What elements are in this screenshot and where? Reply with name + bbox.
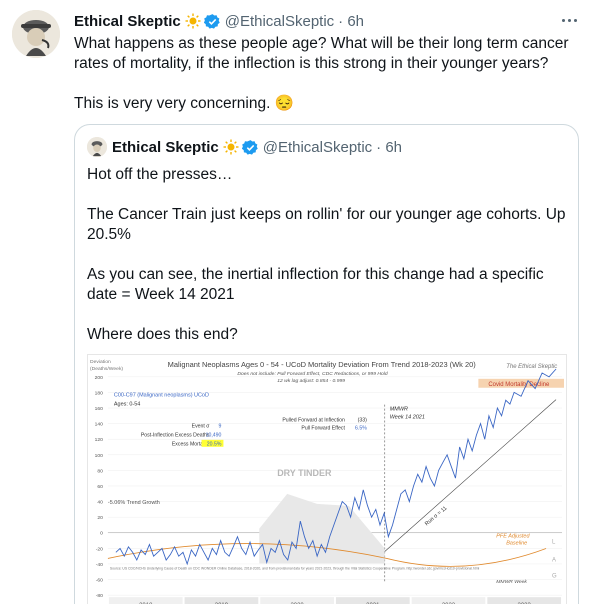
stat-value: 20.5%	[207, 441, 222, 447]
chart-ylabel: Deviation	[90, 359, 111, 365]
quoted-tweet[interactable]: Ethical Skeptic @EthicalSkeptic · 6h Hot…	[74, 124, 579, 604]
chart-subtitle: 12 wk lag adjust: 0.854 - 0.999	[277, 378, 345, 384]
more-options-icon[interactable]	[559, 10, 579, 30]
mmwr-label: MMWR	[390, 407, 408, 413]
timestamp[interactable]: · 6h	[338, 13, 364, 30]
tweet-paragraph: This is very very concerning. 😔	[74, 95, 295, 112]
y-tick-label: -40	[96, 562, 103, 568]
y-tick-label: 100	[95, 453, 104, 459]
mmwr-week-label: Week 14 2021	[390, 415, 425, 421]
chart-title: Malignant Neoplasms Ages 0 - 54 - UCoD M…	[168, 360, 477, 369]
y-tick-label: -80	[96, 593, 103, 599]
quoted-tweet-text: Hot off the presses… The Cancer Train ju…	[87, 165, 567, 365]
quoted-tweet-header: Ethical Skeptic @EthicalSkeptic · 6h	[87, 137, 402, 157]
avatar[interactable]	[12, 10, 60, 58]
dry-tinder-area	[259, 493, 385, 564]
chart-image[interactable]: Malignant Neoplasms Ages 0 - 54 - UCoD M…	[87, 354, 567, 604]
quoted-author-name: Ethical Skeptic	[112, 138, 219, 156]
y-tick-label: 0	[100, 531, 103, 537]
verified-badge-icon	[241, 139, 259, 156]
y-tick-label: -60	[96, 578, 103, 584]
lag-letter: G	[552, 573, 557, 579]
author-handle[interactable]: @EthicalSkeptic	[225, 13, 334, 30]
tweet-text: What happens as these people age? What w…	[74, 34, 574, 134]
y-tick-label: 120	[95, 437, 104, 443]
series-title: C00-C97 (Malignant neoplasms) UCoD	[114, 393, 209, 399]
y-tick-label: 160	[95, 406, 104, 412]
quoted-paragraph: Where does this end?	[87, 326, 238, 343]
sun-emoji-icon	[223, 139, 239, 155]
tweet[interactable]: Ethical Skeptic @EthicalSkeptic · 6h Wha…	[0, 0, 593, 604]
dry-tinder-label: DRY TINDER	[277, 468, 332, 478]
y-tick-label: 80	[97, 468, 103, 474]
quoted-paragraph: The Cancer Train just keeps on rollin' f…	[87, 206, 566, 243]
y-tick-label: 180	[95, 390, 104, 396]
mortality-chart: Malignant Neoplasms Ages 0 - 54 - UCoD M…	[90, 359, 565, 604]
quoted-paragraph: Hot off the presses…	[87, 166, 233, 183]
x-axis-ticks: 201820192020202120222023	[108, 597, 562, 604]
stat-value: 9	[219, 423, 222, 429]
y-tick-label: 200	[95, 375, 104, 381]
pfe-label: Baseline	[506, 541, 527, 547]
chart-subtitle: Does not include: Pull Forward Effect, C…	[237, 371, 387, 377]
y-tick-label: -20	[96, 546, 103, 552]
sun-emoji-icon	[185, 13, 201, 29]
verified-badge-icon	[203, 13, 221, 30]
pull-label: Pulled Forward at Inflection	[282, 417, 345, 423]
y-tick-label: 40	[97, 500, 103, 506]
source-note: Source: US CDC/NCHS Underlying Cause of …	[110, 566, 480, 570]
pfe-label: PFE Adjusted	[496, 534, 530, 540]
y-tick-label: 20	[97, 515, 103, 521]
stat-label: Post-Inflection Excess Deaths	[141, 432, 210, 438]
y-tick-label: 140	[95, 422, 104, 428]
mmwr-week-axis-label: MMWR Week	[496, 579, 527, 585]
quoted-timestamp: · 6h	[376, 138, 403, 156]
tweet-header: Ethical Skeptic @EthicalSkeptic · 6h	[74, 11, 364, 31]
tweet-paragraph: What happens as these people age? What w…	[74, 35, 569, 72]
pull-value: (33)	[358, 417, 367, 423]
run-label: Run σ = 11	[424, 505, 448, 527]
stat-value: 10,490	[206, 432, 222, 438]
covid-decline-label: Covid Mortality Decline	[488, 382, 550, 388]
pull-label: Pull Forward Effect	[301, 425, 345, 431]
run-trend-line	[384, 399, 557, 552]
y-tick-label: 60	[97, 484, 103, 490]
quoted-paragraph: As you can see, the inertial inflection …	[87, 266, 544, 303]
quoted-author-handle: @EthicalSkeptic	[262, 138, 373, 156]
lag-letter: A	[552, 557, 556, 563]
quoted-avatar	[87, 137, 107, 157]
stat-label: Event σ	[192, 423, 211, 429]
y-axis-ticks: 200180160140120100806040200-20-40-60-80	[95, 375, 104, 599]
series-ages: Ages: 0-54	[114, 402, 140, 408]
author-name[interactable]: Ethical Skeptic	[74, 13, 181, 30]
chart-ylabel: (Deaths/Week)	[90, 366, 123, 372]
trend-growth-label: -5.06% Trend Growth	[108, 500, 160, 506]
pull-value: 6.5%	[355, 425, 367, 431]
lag-letter: L	[552, 540, 556, 546]
chart-watermark: The Ethical Skeptic	[506, 364, 557, 370]
